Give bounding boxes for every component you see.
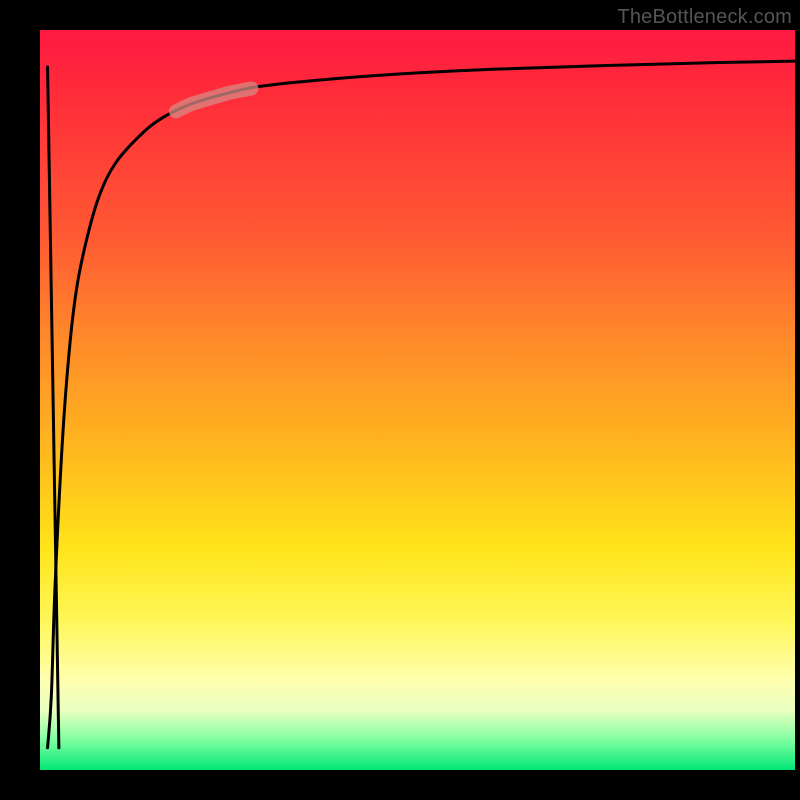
attribution-label: TheBottleneck.com (617, 6, 792, 29)
chart-plot-area (40, 30, 795, 770)
chart-frame: TheBottleneck.com (0, 0, 800, 800)
